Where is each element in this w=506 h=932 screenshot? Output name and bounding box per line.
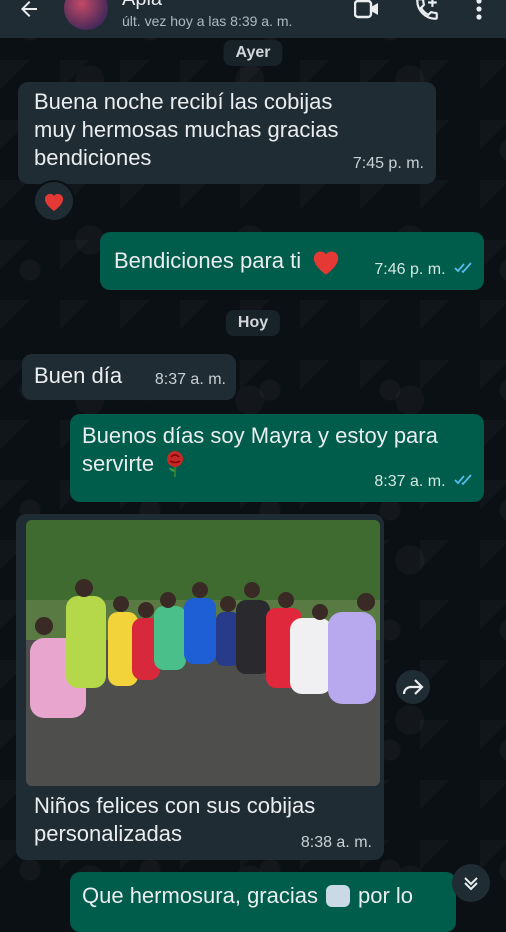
outgoing-message[interactable]: Que hermosura, gracias por lo bbox=[70, 872, 456, 932]
message-text: Buena noche recibí las cobijas muy hermo… bbox=[34, 89, 339, 170]
add-call-icon[interactable] bbox=[412, 0, 442, 24]
avatar[interactable] bbox=[64, 0, 108, 30]
outgoing-message[interactable]: Buenos días soy Mayra y estoy para servi… bbox=[70, 414, 484, 502]
heart-reaction-icon[interactable] bbox=[33, 180, 75, 222]
date-chip-yesterday: Ayer bbox=[223, 40, 283, 66]
outgoing-message[interactable]: Bendiciones para ti 7:46 p. m. bbox=[100, 232, 484, 290]
last-seen-status: últ. vez hoy a las 8:39 a. m. bbox=[122, 13, 293, 29]
message-text: Buen día bbox=[34, 363, 123, 388]
photo-children-with-blankets[interactable] bbox=[26, 520, 380, 786]
hands-emoji-icon bbox=[326, 885, 350, 907]
chat-header: Apia últ. vez hoy a las 8:39 a. m. bbox=[0, 0, 506, 38]
read-ticks-icon bbox=[454, 468, 474, 496]
message-time: 8:38 a. m. bbox=[300, 834, 372, 851]
heart-emoji-icon bbox=[309, 246, 343, 276]
forward-icon[interactable] bbox=[396, 670, 430, 704]
video-call-icon[interactable] bbox=[352, 0, 382, 24]
message-time: 8:37 a. m. bbox=[154, 371, 226, 388]
contact-name[interactable]: Apia bbox=[122, 0, 162, 11]
incoming-message[interactable]: Buen día 8:37 a. m. bbox=[22, 354, 236, 400]
incoming-photo-message[interactable]: Niños felices con sus cobijas personaliz… bbox=[16, 514, 384, 860]
date-chip-today: Hoy bbox=[225, 310, 281, 336]
scroll-down-icon[interactable] bbox=[452, 864, 490, 902]
incoming-message[interactable]: Buena noche recibí las cobijas muy hermo… bbox=[18, 82, 436, 184]
read-ticks-icon bbox=[454, 256, 474, 284]
message-time: 8:37 a. m. bbox=[374, 468, 474, 496]
more-options-icon[interactable] bbox=[464, 0, 494, 24]
message-time: 7:45 p. m. bbox=[352, 155, 424, 172]
message-time: 7:46 p. m. bbox=[374, 256, 474, 284]
rose-emoji-icon bbox=[162, 450, 188, 478]
message-text: Que hermosura, gracias por lo bbox=[82, 883, 414, 908]
back-arrow-icon[interactable] bbox=[14, 0, 44, 24]
photo-caption: Niños felices con sus cobijas personaliz… bbox=[34, 793, 316, 846]
message-text: Bendiciones para ti bbox=[114, 246, 343, 276]
